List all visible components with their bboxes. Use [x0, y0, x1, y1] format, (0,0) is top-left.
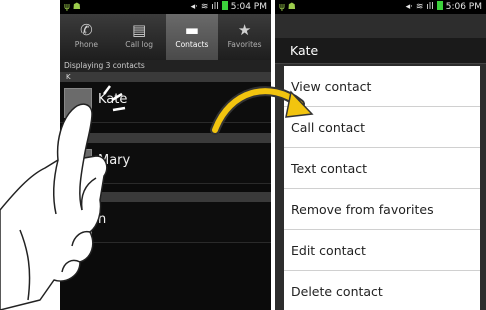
battery-icon — [221, 1, 228, 10]
menu-item-call-contact[interactable]: Call contact — [284, 107, 480, 148]
star-icon: ★ — [237, 21, 252, 39]
tab-bar: ✆ Phone ▤ Call log ▬ Contacts ★ Favorite… — [60, 14, 271, 60]
tab-phone[interactable]: ✆ Phone — [60, 14, 113, 60]
section-header: K — [60, 72, 271, 82]
tab-label: Call log — [125, 40, 154, 49]
contact-name: n — [98, 212, 107, 227]
section-header — [60, 192, 271, 202]
right-phone-screen: ψ ☗ ◂· ≋ ıll 5:06 PM Kate View contact Ca… — [275, 0, 486, 310]
tab-label: Phone — [74, 40, 98, 49]
status-right: ◂· ≋ ıll 5:04 PM — [191, 0, 267, 14]
signal-icon: ◂· ≋ ıll — [190, 2, 219, 12]
contact-photo — [64, 149, 92, 179]
contact-name: Mary — [98, 153, 131, 168]
menu-item-edit-contact[interactable]: Edit contact — [284, 230, 480, 271]
contact-photo — [64, 88, 92, 118]
contacts-icon: ▬ — [184, 21, 199, 39]
contact-photo — [64, 208, 92, 238]
dialog-title: Kate — [275, 38, 486, 64]
tab-call-log[interactable]: ▤ Call log — [113, 14, 166, 60]
battery-icon — [436, 1, 443, 10]
contact-name: Kate — [98, 92, 128, 107]
tab-label: Contacts — [175, 40, 209, 49]
menu-item-view-contact[interactable]: View contact — [284, 66, 480, 107]
menu-item-remove-from-favorites[interactable]: Remove from favorites — [284, 189, 480, 230]
status-right: ◂· ≋ ıll 5:06 PM — [406, 0, 482, 14]
left-phone-screen: ψ ☗ ◂· ≋ ıll 5:04 PM ✆ Phone ▤ Call log ▬… — [60, 0, 271, 310]
tab-label: Favorites — [227, 40, 262, 49]
contact-row[interactable]: Mary — [60, 143, 271, 184]
call-log-icon: ▤ — [132, 21, 147, 39]
signal-icon: ◂· ≋ ıll — [405, 2, 434, 12]
context-menu: View contact Call contact Text contact R… — [284, 66, 480, 310]
usb-icon: ψ ☗ — [64, 2, 81, 12]
phone-icon: ✆ — [80, 21, 93, 39]
menu-item-text-contact[interactable]: Text contact — [284, 148, 480, 189]
status-bar: ψ ☗ ◂· ≋ ıll 5:06 PM — [275, 0, 486, 14]
status-bar: ψ ☗ ◂· ≋ ıll 5:04 PM — [60, 0, 271, 14]
tab-contacts[interactable]: ▬ Contacts — [165, 14, 219, 60]
contact-row[interactable]: Kate — [60, 82, 271, 123]
contacts-count: Displaying 3 contacts — [60, 60, 271, 72]
menu-item-delete-contact[interactable]: Delete contact — [284, 271, 480, 310]
status-time: 5:06 PM — [445, 2, 482, 12]
usb-icon: ψ ☗ — [279, 2, 296, 12]
contact-row[interactable]: n — [60, 202, 271, 243]
status-time: 5:04 PM — [230, 2, 267, 12]
tab-favorites[interactable]: ★ Favorites — [218, 14, 271, 60]
section-header: M — [60, 133, 271, 143]
